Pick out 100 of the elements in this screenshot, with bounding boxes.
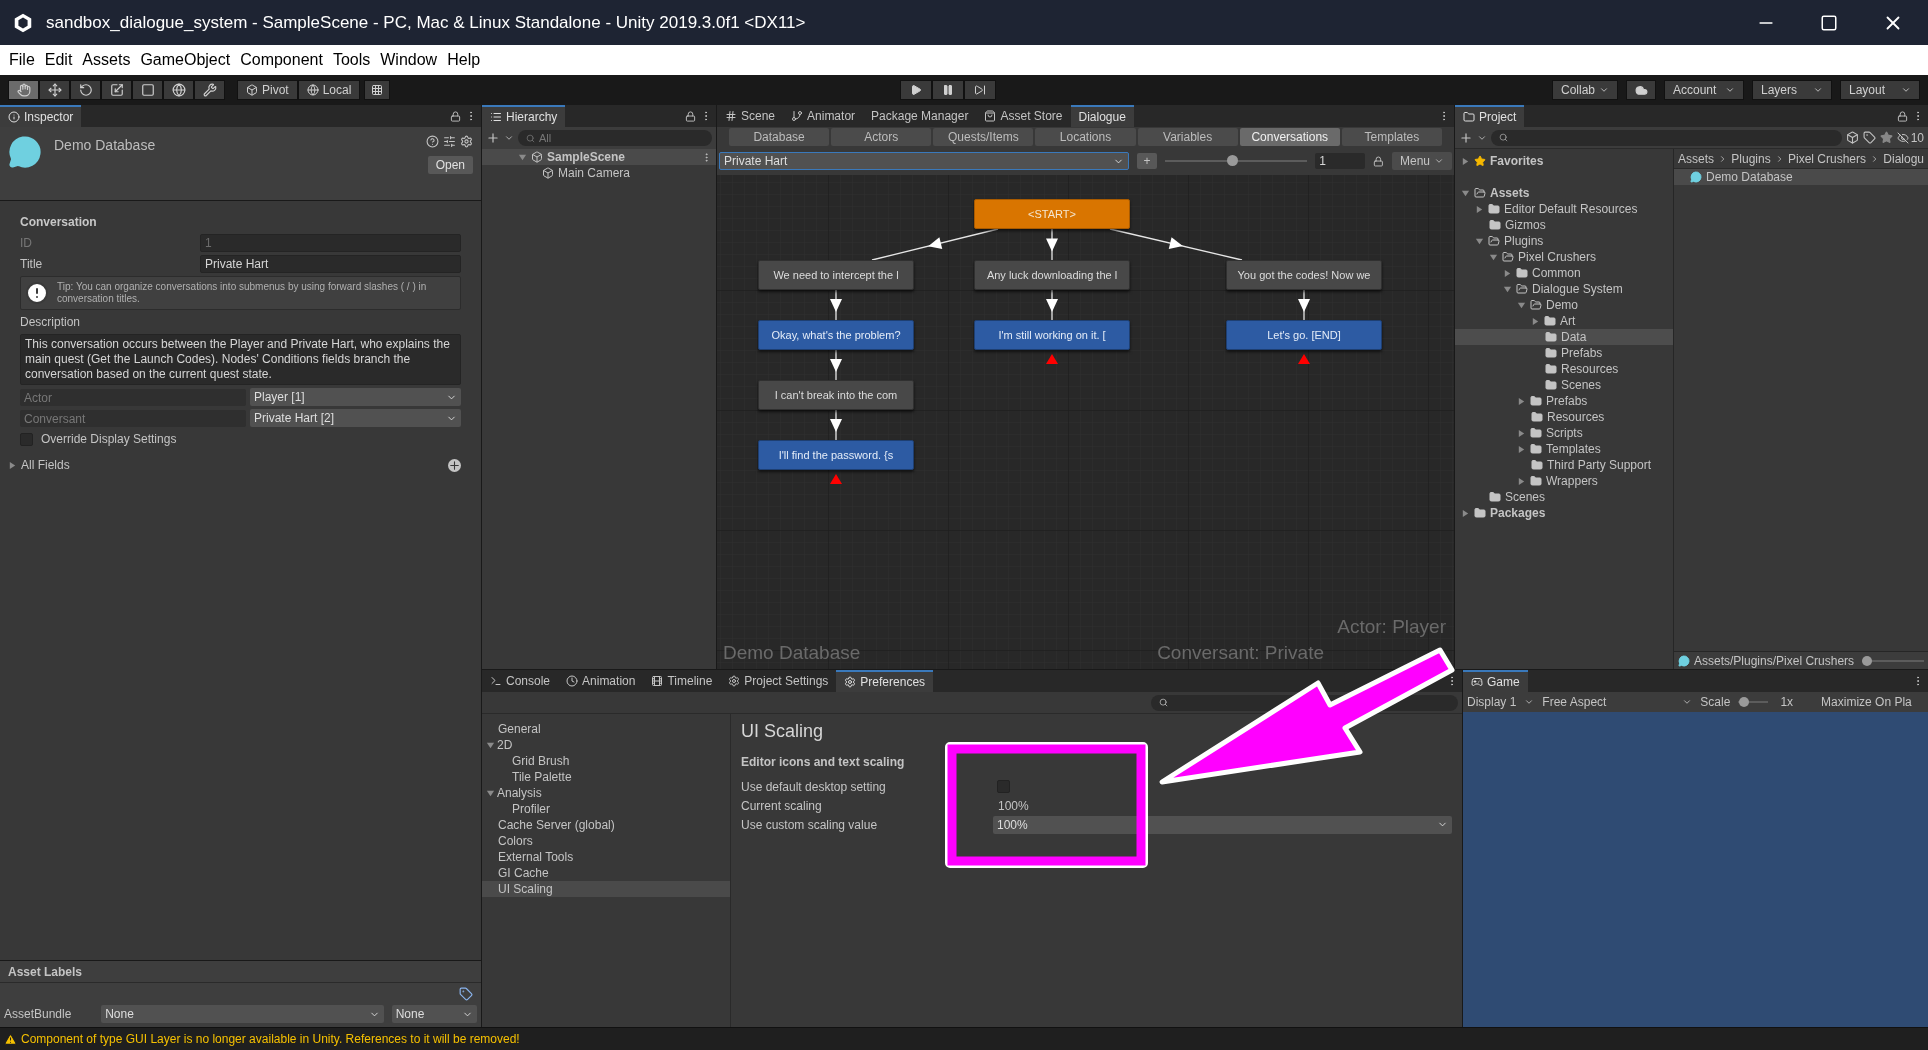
- menu-item[interactable]: Component: [235, 48, 328, 72]
- step-button[interactable]: [964, 80, 997, 100]
- pivot-button[interactable]: Pivot: [237, 80, 298, 100]
- foldout-label[interactable]: All Fields: [21, 456, 70, 474]
- collapsed-arrow-icon[interactable]: [1517, 476, 1526, 486]
- settings-icon[interactable]: [460, 135, 473, 148]
- panel-tab[interactable]: Asset Store: [976, 105, 1071, 127]
- collapsed-arrow-icon[interactable]: [1503, 268, 1512, 278]
- collapsed-arrow-icon[interactable]: [1517, 444, 1526, 454]
- preference-section[interactable]: General: [482, 721, 730, 737]
- popup-field[interactable]: Player [1]: [250, 388, 461, 406]
- tree-item[interactable]: Favorites: [1455, 153, 1673, 169]
- add-icon[interactable]: [1459, 130, 1473, 145]
- panel-tab[interactable]: Scene: [717, 105, 784, 127]
- expanded-arrow-icon[interactable]: [1475, 236, 1484, 246]
- scale-slider[interactable]: [1738, 697, 1769, 707]
- hierarchy-tab[interactable]: Hierarchy: [482, 105, 566, 127]
- presets-icon[interactable]: [443, 135, 456, 148]
- project-tab[interactable]: Project: [1455, 105, 1525, 127]
- transform-tool-button[interactable]: [163, 80, 194, 100]
- collapsed-arrow-icon[interactable]: [1517, 428, 1526, 438]
- preference-section[interactable]: 2D: [482, 737, 730, 753]
- collapsed-arrow-icon[interactable]: [1461, 156, 1470, 166]
- play-button[interactable]: [900, 80, 933, 100]
- dialogue-node[interactable]: Okay, what's the problem?: [758, 320, 914, 350]
- scene-row[interactable]: SampleScene: [482, 149, 716, 165]
- tree-item[interactable]: Dialogue System: [1455, 281, 1673, 297]
- tree-item[interactable]: Gizmos: [1455, 217, 1673, 233]
- account-button[interactable]: Account: [1664, 80, 1744, 100]
- tree-item[interactable]: Art: [1455, 313, 1673, 329]
- asset-item[interactable]: Demo Database: [1674, 169, 1928, 185]
- zoom-slider[interactable]: [1164, 155, 1308, 167]
- panel-tab[interactable]: Animator: [783, 105, 864, 127]
- pause-button[interactable]: [932, 80, 965, 100]
- tree-item[interactable]: Plugins: [1455, 233, 1673, 249]
- display-dropdown[interactable]: Display 1: [1467, 693, 1535, 711]
- lock-icon[interactable]: [1897, 110, 1908, 122]
- hidden-icon[interactable]: [1896, 131, 1909, 144]
- space-button[interactable]: Local: [297, 80, 361, 100]
- open-button[interactable]: Open: [427, 156, 473, 174]
- slider-thumb[interactable]: [1226, 155, 1238, 166]
- tree-item[interactable]: Packages: [1455, 505, 1673, 521]
- preference-section[interactable]: Tile Palette: [482, 769, 730, 785]
- breadcrumb-item[interactable]: Assets: [1678, 149, 1714, 168]
- tree-item[interactable]: Demo: [1455, 297, 1673, 313]
- filter-type-icon[interactable]: [1845, 131, 1859, 144]
- preference-section[interactable]: GI Cache: [482, 865, 730, 881]
- tree-item[interactable]: Scenes: [1455, 377, 1673, 393]
- dialogue-node[interactable]: We need to intercept the l: [758, 260, 914, 290]
- aspect-dropdown[interactable]: Free Aspect: [1542, 693, 1693, 711]
- preference-section[interactable]: UI Scaling: [482, 881, 730, 897]
- search-field[interactable]: [1491, 129, 1842, 146]
- tag-icon[interactable]: [459, 987, 473, 1001]
- panel-tab[interactable]: Package Manager: [863, 105, 977, 127]
- maximize-icon[interactable]: [1820, 13, 1838, 32]
- menu-item[interactable]: Window: [375, 48, 443, 72]
- lock-icon[interactable]: [685, 110, 696, 122]
- panel-tab[interactable]: Dialogue: [1070, 105, 1134, 127]
- preference-section[interactable]: Cache Server (global): [482, 817, 730, 833]
- tree-item[interactable]: Editor Default Resources: [1455, 201, 1673, 217]
- popup-field[interactable]: Private Hart [2]: [250, 409, 461, 427]
- help-icon[interactable]: [426, 135, 439, 148]
- dialogue-node[interactable]: Any luck downloading the l: [974, 260, 1130, 290]
- tag-icon[interactable]: [1862, 131, 1876, 144]
- editor-tab[interactable]: Quests/Items: [933, 128, 1034, 146]
- panel-tab[interactable]: Project Settings: [720, 670, 837, 692]
- lock-icon[interactable]: [450, 110, 461, 122]
- cloud-button[interactable]: [1626, 80, 1656, 100]
- asset-bundle-dropdown[interactable]: None: [101, 1005, 384, 1023]
- text-field[interactable]: Private Hart: [200, 255, 461, 273]
- dialogue-node[interactable]: You got the codes! Now we: [1226, 260, 1382, 290]
- tree-item[interactable]: Pixel Crushers: [1455, 249, 1673, 265]
- menu-item[interactable]: File: [4, 48, 40, 72]
- inspector-tab[interactable]: Inspector: [0, 105, 82, 127]
- scale-tool-button[interactable]: [101, 80, 132, 100]
- tree-item[interactable]: Resources: [1455, 361, 1673, 377]
- expanded-arrow-icon[interactable]: [1517, 300, 1526, 310]
- tree-item[interactable]: Templates: [1455, 441, 1673, 457]
- editor-tab[interactable]: Actors: [831, 128, 932, 146]
- tree-item[interactable]: Wrappers: [1455, 473, 1673, 489]
- expanded-arrow-icon[interactable]: [1503, 284, 1512, 294]
- layout-button[interactable]: Layout: [1840, 80, 1920, 100]
- editor-tab[interactable]: Conversations: [1239, 128, 1340, 146]
- star-icon[interactable]: [1879, 131, 1893, 144]
- add-icon[interactable]: [486, 131, 500, 145]
- dialogue-node[interactable]: I can't break into the com: [758, 380, 914, 410]
- tree-item[interactable]: Prefabs: [1455, 345, 1673, 361]
- tree-item[interactable]: Scenes: [1455, 489, 1673, 505]
- expanded-arrow-icon[interactable]: [1489, 252, 1498, 262]
- tree-item[interactable]: Assets: [1455, 185, 1673, 201]
- expanded-arrow-icon[interactable]: [518, 152, 527, 162]
- menu-item[interactable]: Tools: [327, 48, 376, 72]
- move-tool-button[interactable]: [39, 80, 70, 100]
- dialogue-node[interactable]: I'll find the password. {s: [758, 440, 914, 470]
- conversation-dropdown[interactable]: Private Hart: [719, 152, 1130, 170]
- collab-button[interactable]: Collab: [1551, 80, 1618, 100]
- tree-item[interactable]: Third Party Support: [1455, 457, 1673, 473]
- panel-tab[interactable]: Console: [482, 670, 559, 692]
- icon-size-slider[interactable]: [1862, 655, 1924, 666]
- panel-tab[interactable]: Animation: [558, 670, 644, 692]
